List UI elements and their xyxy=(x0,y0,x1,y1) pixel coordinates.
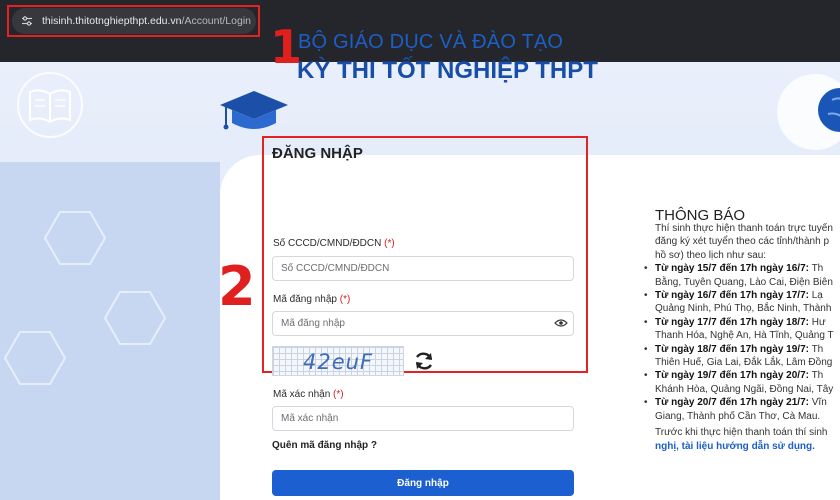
id-number-input[interactable] xyxy=(272,256,574,281)
notice-item: Từ ngày 16/7 đến 17h ngày 17/7: LạQuảng … xyxy=(641,289,840,316)
exam-title: KỲ THI TỐT NGHIỆP THPT xyxy=(297,57,598,84)
captcha-text: 42euF xyxy=(303,350,374,374)
notice-item: Từ ngày 19/7 đến 17h ngày 20/7: ThKhánh … xyxy=(641,369,840,396)
required-mark: (*) xyxy=(339,294,351,305)
notice-item-date: Từ ngày 15/7 đến 17h ngày 16/7: xyxy=(655,263,809,275)
notice-item-date: Từ ngày 20/7 đến 17h ngày 21/7: xyxy=(655,397,809,409)
required-mark: (*) xyxy=(333,389,344,400)
login-code-label-text: Mã đăng nhập xyxy=(273,294,337,305)
notice-item-text: Hư xyxy=(808,316,826,328)
notice-item-date: Từ ngày 16/7 đến 17h ngày 17/7: xyxy=(655,290,809,302)
forgot-code-link[interactable]: Quên mã đăng nhập ? xyxy=(272,440,377,451)
notice-item-text: Thanh Hóa, Nghệ An, Hà Tĩnh, Quảng T xyxy=(655,330,834,342)
captcha-image: 42euF xyxy=(272,346,404,376)
notice-item-text: Bằng, Tuyên Quang, Lào Cai, Điện Biên xyxy=(655,276,833,288)
notice-list: Từ ngày 15/7 đến 17h ngày 16/7: ThBằng, … xyxy=(641,262,840,423)
notice-intro-3: hồ sơ) theo lịch như sau: xyxy=(655,249,767,261)
notice-item-text: Th xyxy=(808,263,824,275)
url-highlight-box xyxy=(7,5,260,37)
notice-item: Từ ngày 18/7 đến 17h ngày 19/7: Th Thiên … xyxy=(641,343,840,370)
login-title: ĐĂNG NHẬP xyxy=(272,145,363,162)
notice-intro-2: đăng ký xét tuyển theo các tỉnh/thành p xyxy=(655,236,830,248)
guide-link[interactable]: nghị, tài liệu hướng dẫn sử dụng. xyxy=(641,440,840,453)
login-button[interactable]: Đăng nhập xyxy=(272,470,574,496)
notice-item-text: Giang, Thành phố Cần Thơ, Cà Mau. xyxy=(655,410,821,422)
notice-item-text: Th xyxy=(808,343,824,355)
step-1-marker: 1 xyxy=(270,20,303,74)
step-2-marker: 2 xyxy=(218,255,256,318)
notice-item-date: Từ ngày 17/7 đến 17h ngày 18/7: xyxy=(655,316,809,328)
captcha-label: Mã xác nhận (*) xyxy=(273,389,344,400)
notice-item: Từ ngày 15/7 đến 17h ngày 16/7: ThBằng, … xyxy=(641,262,840,289)
notice-item-text: Thiên Huế, Gia Lai, Đắk Lắk, Lâm Đồng xyxy=(655,357,833,369)
show-password-icon[interactable] xyxy=(554,318,568,328)
notice-item-date: Từ ngày 19/7 đến 17h ngày 20/7: xyxy=(655,370,809,382)
notice-intro-1: Thí sinh thực hiện thanh toán trực tuyến xyxy=(655,223,833,234)
ministry-name: BỘ GIÁO DỤC VÀ ĐÀO TẠO xyxy=(298,31,564,53)
notice-item-text: Lạ xyxy=(808,290,823,302)
id-number-label-text: Số CCCD/CMND/ĐDCN xyxy=(273,238,382,249)
hexagon-pattern xyxy=(3,211,167,385)
notice-item-date: Từ ngày 18/7 đến 17h ngày 19/7: xyxy=(655,343,809,355)
notice-item-text: Khánh Hòa, Quảng Ngãi, Đồng Nai, Tây xyxy=(655,383,834,395)
notice-item-text: Quảng Ninh, Phú Thọ, Bắc Ninh, Thành xyxy=(655,303,832,315)
notice-item-text: Th xyxy=(808,370,824,382)
login-highlight-box xyxy=(262,136,588,373)
login-code-label: Mã đăng nhập (*) xyxy=(273,294,350,305)
notice-item-text: Vĩn xyxy=(808,397,827,409)
refresh-captcha-icon[interactable] xyxy=(412,349,436,373)
captcha-label-text: Mã xác nhận xyxy=(273,389,331,400)
id-number-label: Số CCCD/CMND/ĐDCN (*) xyxy=(273,238,395,249)
notice-item: Từ ngày 20/7 đến 17h ngày 21/7: VĩnGiang… xyxy=(641,396,840,423)
notice-footer: Trước khi thực hiện thanh toán thí sinh xyxy=(655,427,828,439)
captcha-input[interactable] xyxy=(272,406,574,431)
login-code-input[interactable] xyxy=(272,311,574,336)
graduation-cap-icon xyxy=(220,91,288,130)
globe-icon xyxy=(777,74,840,150)
required-mark: (*) xyxy=(384,238,395,249)
notice-item: Từ ngày 17/7 đến 17h ngày 18/7: Hư Thanh … xyxy=(641,316,840,343)
notice-body: Thí sinh thực hiện thanh toán trực tuyến… xyxy=(641,222,840,453)
book-icon xyxy=(17,72,83,138)
